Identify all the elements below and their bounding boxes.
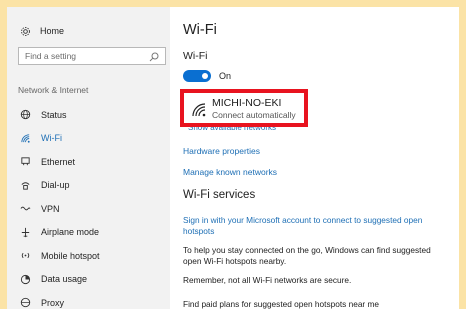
page-title: Wi-Fi: [183, 22, 217, 38]
sidebar-item-airplane[interactable]: Airplane mode: [7, 221, 170, 245]
settings-window: Home Network & Internet Status Wi-Fi: [7, 7, 459, 309]
paid-plans-text: Find paid plans for suggested open hotsp…: [183, 299, 380, 309]
help-text: To help you stay connected on the go, Wi…: [183, 245, 431, 266]
search-box[interactable]: [18, 47, 166, 65]
sidebar: Home Network & Internet Status Wi-Fi: [7, 7, 170, 309]
ethernet-icon: [18, 155, 32, 169]
nav-list: Status Wi-Fi Ethernet Dial-up VPN Airpla…: [7, 103, 170, 309]
sidebar-item-hotspot[interactable]: Mobile hotspot: [7, 244, 170, 268]
sidebar-item-data-usage[interactable]: Data usage: [7, 268, 170, 292]
sign-in-link[interactable]: Sign in with your Microsoft account to c…: [183, 215, 445, 237]
globe-icon: [18, 296, 32, 309]
search-input[interactable]: [25, 51, 145, 61]
sidebar-item-dialup[interactable]: Dial-up: [7, 174, 170, 198]
hardware-properties-link[interactable]: Hardware properties: [183, 146, 260, 156]
globe-icon: [18, 108, 32, 122]
sidebar-item-wifi[interactable]: Wi-Fi: [7, 127, 170, 151]
wifi-toggle[interactable]: [183, 70, 211, 82]
airplane-icon: [18, 225, 32, 239]
sidebar-item-status[interactable]: Status: [7, 103, 170, 127]
nav-home-label: Home: [40, 26, 65, 36]
wifi-section-label: Wi-Fi: [183, 50, 208, 62]
gear-icon: [18, 24, 32, 38]
sidebar-item-label: Dial-up: [41, 180, 70, 191]
vpn-icon: [18, 202, 32, 216]
wifi-icon: [18, 131, 32, 145]
data-usage-icon: [18, 272, 32, 286]
toggle-knob: [202, 73, 208, 79]
hotspot-icon: [18, 249, 32, 263]
section-heading: Network & Internet: [18, 85, 89, 95]
dialup-icon: [18, 178, 32, 192]
network-name: MICHI-NO-EKI: [212, 97, 282, 109]
sidebar-item-proxy[interactable]: Proxy: [7, 291, 170, 309]
sidebar-item-label: Data usage: [41, 274, 88, 285]
services-title: Wi-Fi services: [183, 189, 256, 201]
sidebar-item-ethernet[interactable]: Ethernet: [7, 150, 170, 174]
security-note: Remember, not all Wi-Fi networks are sec…: [183, 275, 352, 285]
manage-networks-link[interactable]: Manage known networks: [183, 167, 277, 177]
sidebar-item-label: Mobile hotspot: [41, 250, 100, 261]
wifi-signal-icon: [191, 102, 207, 118]
main-content: Wi-Fi Wi-Fi On Show available networks M…: [180, 7, 459, 309]
sidebar-item-label: Status: [41, 109, 67, 120]
network-status: Connect automatically: [212, 110, 296, 120]
network-card[interactable]: MICHI-NO-EKI Connect automatically: [180, 89, 308, 127]
sidebar-item-label: Wi-Fi: [41, 133, 62, 144]
nav-home[interactable]: Home: [7, 21, 170, 41]
search-icon[interactable]: [147, 50, 161, 64]
sidebar-item-label: Proxy: [41, 297, 65, 308]
wifi-toggle-label: On: [219, 71, 232, 81]
sidebar-item-label: VPN: [41, 203, 60, 214]
sidebar-item-vpn[interactable]: VPN: [7, 197, 170, 221]
sidebar-item-label: Airplane mode: [41, 227, 100, 238]
sidebar-item-label: Ethernet: [41, 156, 76, 167]
